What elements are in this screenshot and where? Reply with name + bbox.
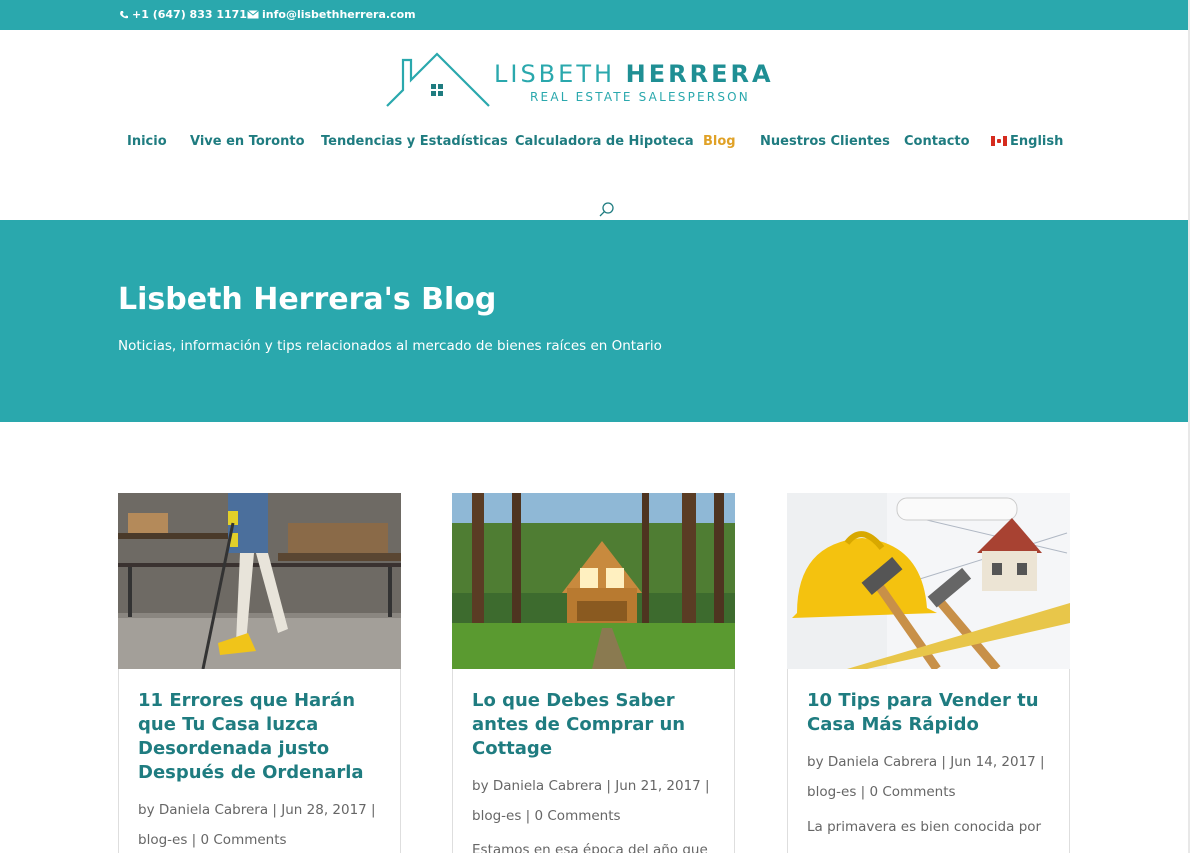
logo-subtitle: REAL ESTATE SALESPERSON [530,90,750,104]
post-author[interactable]: Daniela Cabrera [493,778,602,794]
meta-by: by [807,754,824,770]
house-logo-icon [386,52,490,107]
post-author[interactable]: Daniela Cabrera [159,802,268,818]
post-excerpt: La primavera es bien conocida por [807,819,1042,835]
nav-item-english[interactable]: English [991,134,1063,149]
email-link[interactable]: info@lisbethherrera.com [247,8,416,21]
post-category[interactable]: blog-es [472,808,521,824]
post-category[interactable]: blog-es [138,832,187,848]
site-logo[interactable]: LISBETH HERRERA REAL ESTATE SALESPERSON [385,52,810,108]
meta-by: by [472,778,489,794]
post-date: Jun 14, 2017 [950,754,1036,770]
nav-item-tendencias[interactable]: Tendencias y Estadísticas [321,134,508,149]
nav-item-contacto[interactable]: Contacto [904,134,970,149]
search-icon[interactable] [598,201,616,219]
top-bar: +1 (647) 833 1171 info@lisbethherrera.co… [0,0,1188,30]
post-thumbnail[interactable] [118,493,401,669]
nav-item-vive-en-toronto[interactable]: Vive en Toronto [190,134,305,149]
mail-icon [247,10,259,19]
page-subtitle: Noticias, información y tips relacionado… [118,338,662,354]
post-meta: by Daniela Cabrera | Jun 28, 2017 | blog… [138,802,376,848]
phone-icon [120,10,128,18]
post-comments[interactable]: 0 Comments [201,832,287,848]
post-thumbnail[interactable] [452,493,735,669]
cleaning-image [118,493,401,669]
nav-item-nuestros-clientes[interactable]: Nuestros Clientes [760,134,890,149]
post-meta: by Daniela Cabrera | Jun 14, 2017 | blog… [807,754,1045,800]
post-card: Lo que Debes Saber antes de Comprar un C… [452,493,735,853]
post-title[interactable]: 11 Errores que Harán que Tu Casa luzca D… [138,689,383,785]
meta-by: by [138,802,155,818]
post-category[interactable]: blog-es [807,784,856,800]
logo-last-name: HERRERA [625,60,774,88]
nav-item-english-label: English [1010,134,1064,149]
nav-item-blog[interactable]: Blog [703,134,736,149]
main-nav: Inicio Vive en Toronto Tendencias y Esta… [0,134,1188,154]
hero-banner: Lisbeth Herrera's Blog Noticias, informa… [0,220,1188,422]
canada-flag-icon [991,136,1007,146]
post-card: 10 Tips para Vender tu Casa Más Rápido b… [787,493,1070,853]
phone-text: +1 (647) 833 1171 [132,8,247,21]
post-meta: by Daniela Cabrera | Jun 21, 2017 | blog… [472,778,710,824]
post-excerpt: Estamos en esa época del año que [472,842,708,853]
cottage-image [452,493,735,669]
post-date: Jun 21, 2017 [615,778,701,794]
post-comments[interactable]: 0 Comments [535,808,621,824]
post-comments[interactable]: 0 Comments [870,784,956,800]
tools-image [787,493,1070,669]
post-card: 11 Errores que Harán que Tu Casa luzca D… [118,493,401,853]
email-text: info@lisbethherrera.com [262,8,416,21]
logo-name: LISBETH HERRERA [494,60,774,88]
nav-item-calculadora[interactable]: Calculadora de Hipoteca [515,134,694,149]
logo-first-name: LISBETH [494,60,616,88]
page-title: Lisbeth Herrera's Blog [118,282,497,317]
post-date: Jun 28, 2017 [281,802,367,818]
post-thumbnail[interactable] [787,493,1070,669]
site-header: LISBETH HERRERA REAL ESTATE SALESPERSON … [0,30,1188,220]
post-title[interactable]: 10 Tips para Vender tu Casa Más Rápido [807,689,1052,737]
post-title[interactable]: Lo que Debes Saber antes de Comprar un C… [472,689,717,761]
post-author[interactable]: Daniela Cabrera [828,754,937,770]
phone-link[interactable]: +1 (647) 833 1171 [119,8,247,21]
nav-item-inicio[interactable]: Inicio [127,134,167,149]
